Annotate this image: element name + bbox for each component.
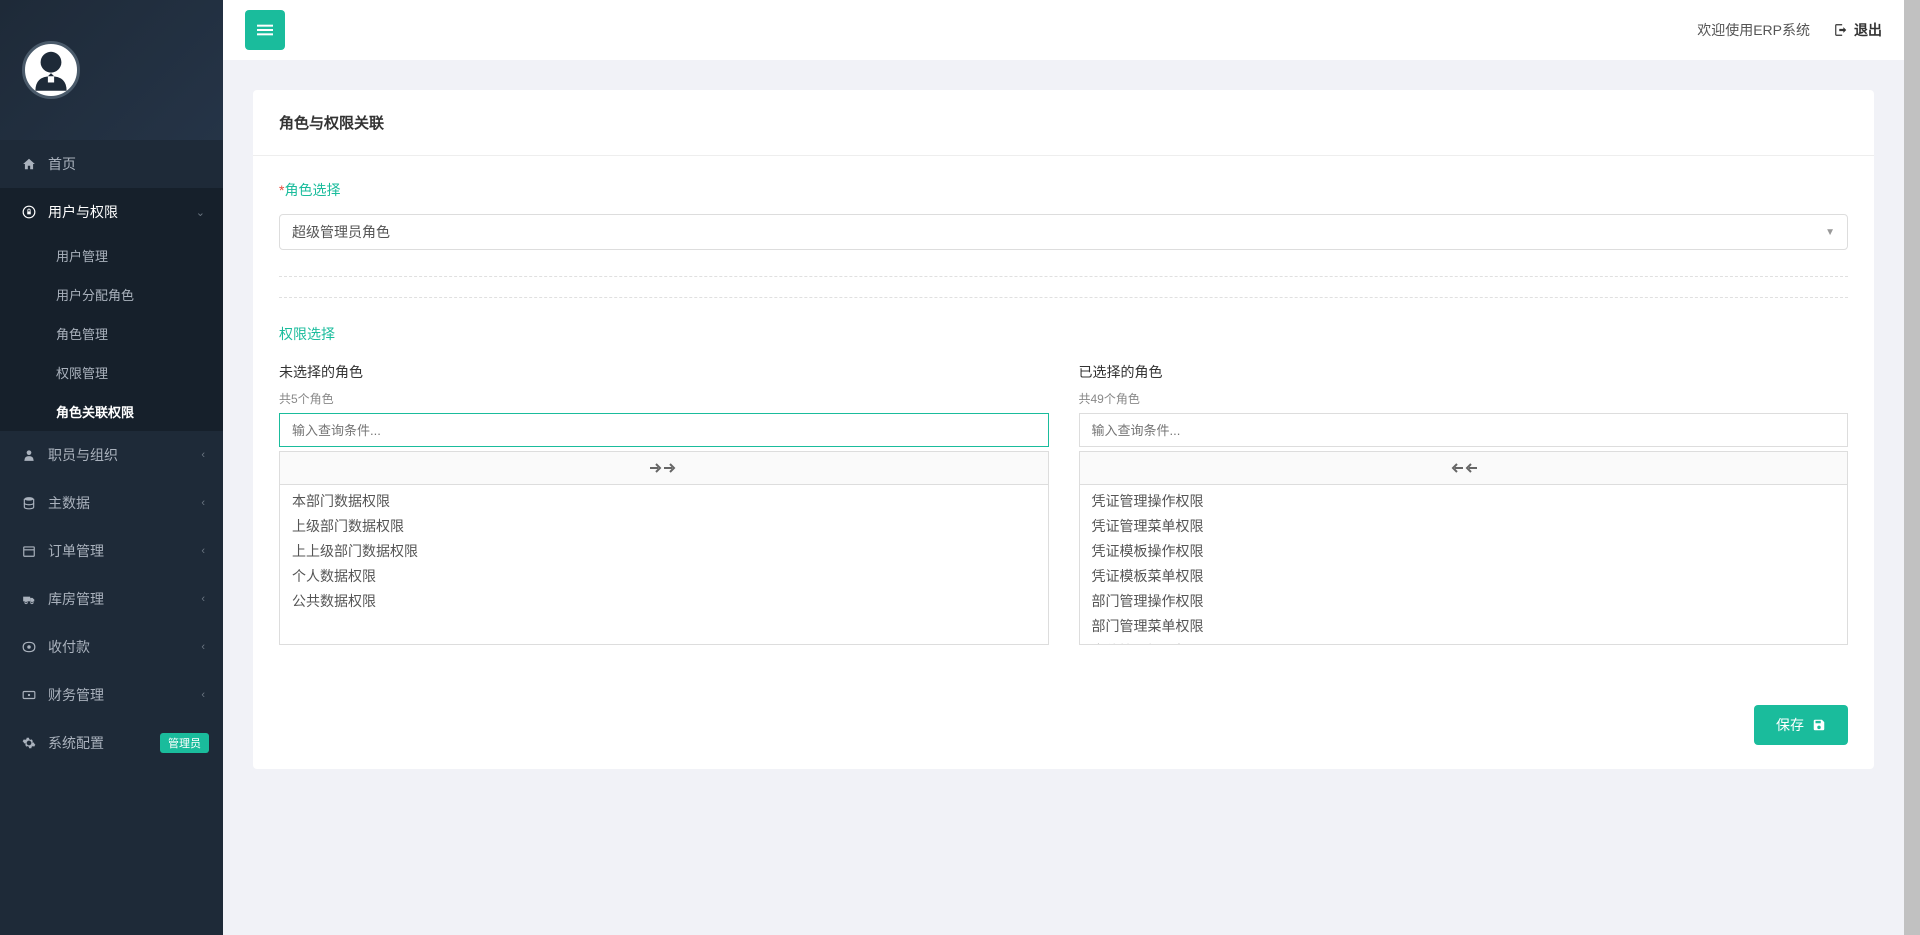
transfer-left-list[interactable]: 本部门数据权限上级部门数据权限上上级部门数据权限个人数据权限公共数据权限 — [279, 485, 1049, 645]
chevron-left-icon: ‹ — [201, 689, 205, 701]
list-item[interactable]: 部门管理操作权限 — [1088, 589, 1840, 614]
panel-title: 角色与权限关联 — [253, 90, 1874, 156]
logout-icon — [1834, 23, 1848, 37]
role-select[interactable]: 超级管理员角色 ▼ — [279, 214, 1848, 250]
sub-user-assign-role[interactable]: 用户分配角色 — [0, 275, 223, 314]
logout-label: 退出 — [1854, 20, 1882, 40]
sub-role-link-perm[interactable]: 角色关联权限 — [0, 392, 223, 431]
list-item[interactable]: 公共数据权限 — [288, 589, 1040, 614]
transfer-right-list[interactable]: 凭证管理操作权限凭证管理菜单权限凭证模板操作权限凭证模板菜单权限部门管理操作权限… — [1079, 485, 1849, 645]
nav-finance[interactable]: 财务管理 ‹ — [0, 671, 223, 719]
nav-warehouse[interactable]: 库房管理 ‹ — [0, 575, 223, 623]
list-item[interactable]: 凭证模板操作权限 — [1088, 539, 1840, 564]
chevron-down-icon: ⌄ — [196, 206, 205, 219]
home-icon — [20, 157, 38, 171]
chevron-left-icon: ‹ — [201, 497, 205, 509]
transfer-right: 已选择的角色 共49个角色 凭证管理操作权限凭证管理菜单权限凭证模板操作权限凭证… — [1079, 362, 1849, 645]
sidebar: 首页 用户与权限 ⌄ 用户管理 用户分配角色 角色管理 权限管理 角色关联权限 … — [0, 0, 223, 935]
calendar-icon — [20, 544, 38, 558]
save-button[interactable]: 保存 — [1754, 705, 1848, 745]
nav-system-config[interactable]: 系统配置 管理员 — [0, 719, 223, 767]
list-item[interactable]: 上上级部门数据权限 — [288, 539, 1040, 564]
admin-badge: 管理员 — [160, 733, 209, 753]
transfer-left: 未选择的角色 共5个角色 本部门数据权限上级部门数据权限上上级部门数据权限个人数… — [279, 362, 1049, 645]
nav-label: 用户与权限 — [48, 202, 118, 222]
avatar[interactable] — [22, 41, 80, 99]
nav-label: 首页 — [48, 154, 76, 174]
nav-user-perm[interactable]: 用户与权限 ⌄ — [0, 188, 223, 236]
list-item[interactable]: 岗位管理操作权限 — [1088, 639, 1840, 645]
list-item[interactable]: 本部门数据权限 — [288, 489, 1040, 514]
nav-home[interactable]: 首页 — [0, 140, 223, 188]
sub-perm-mgmt[interactable]: 权限管理 — [0, 353, 223, 392]
list-item[interactable]: 凭证管理操作权限 — [1088, 489, 1840, 514]
chevron-left-icon: ‹ — [201, 641, 205, 653]
actions: 保存 — [279, 705, 1848, 745]
move-all-left-button[interactable] — [1079, 451, 1849, 485]
nav-label: 财务管理 — [48, 685, 104, 705]
nav-master-data[interactable]: 主数据 ‹ — [0, 479, 223, 527]
list-item[interactable]: 部门管理菜单权限 — [1088, 614, 1840, 639]
transfer-right-title: 已选择的角色 — [1079, 362, 1849, 382]
nav-payment[interactable]: 收付款 ‹ — [0, 623, 223, 671]
sub-user-mgmt[interactable]: 用户管理 — [0, 236, 223, 275]
topbar: 欢迎使用ERP系统 退出 — [223, 0, 1904, 60]
logout-button[interactable]: 退出 — [1834, 20, 1882, 40]
truck-icon — [20, 592, 38, 606]
nav-label: 主数据 — [48, 493, 90, 513]
list-item[interactable]: 上级部门数据权限 — [288, 514, 1040, 539]
list-item[interactable]: 凭证管理菜单权限 — [1088, 514, 1840, 539]
card-icon — [20, 688, 38, 702]
perm-section-label: 权限选择 — [279, 324, 1848, 344]
divider — [279, 276, 1848, 277]
divider — [279, 297, 1848, 298]
profile-area — [0, 0, 223, 140]
panel: 角色与权限关联 *角色选择 超级管理员角色 ▼ 权限选择 未选择的角色 — [253, 90, 1874, 769]
nav-label: 订单管理 — [48, 541, 104, 561]
save-icon — [1812, 718, 1826, 732]
nav-staff-org[interactable]: 职员与组织 ‹ — [0, 431, 223, 479]
database-icon — [20, 496, 38, 510]
arrow-right-double-icon — [650, 462, 678, 474]
main: 欢迎使用ERP系统 退出 角色与权限关联 *角色选择 超级管理员角色 ▼ — [223, 0, 1904, 935]
transfer-left-title: 未选择的角色 — [279, 362, 1049, 382]
sub-role-mgmt[interactable]: 角色管理 — [0, 314, 223, 353]
nav-label: 库房管理 — [48, 589, 104, 609]
menu-toggle-button[interactable] — [245, 10, 285, 50]
chevron-left-icon: ‹ — [201, 593, 205, 605]
transfer: 未选择的角色 共5个角色 本部门数据权限上级部门数据权限上上级部门数据权限个人数… — [279, 362, 1848, 645]
transfer-right-search[interactable] — [1079, 413, 1849, 447]
nav-order-mgmt[interactable]: 订单管理 ‹ — [0, 527, 223, 575]
list-item[interactable]: 凭证模板菜单权限 — [1088, 564, 1840, 589]
user-icon — [20, 448, 38, 462]
nav-list: 首页 用户与权限 ⌄ 用户管理 用户分配角色 角色管理 权限管理 角色关联权限 … — [0, 140, 223, 767]
role-select-label: *角色选择 — [279, 180, 1848, 200]
move-all-right-button[interactable] — [279, 451, 1049, 485]
wallet-icon — [20, 640, 38, 654]
page-scrollbar[interactable] — [1904, 0, 1920, 935]
caret-down-icon: ▼ — [1825, 227, 1835, 238]
save-label: 保存 — [1776, 715, 1804, 735]
list-item[interactable]: 个人数据权限 — [288, 564, 1040, 589]
sub-nav-user-perm: 用户管理 用户分配角色 角色管理 权限管理 角色关联权限 — [0, 236, 223, 431]
chevron-left-icon: ‹ — [201, 545, 205, 557]
nav-label: 收付款 — [48, 637, 90, 657]
content: 角色与权限关联 *角色选择 超级管理员角色 ▼ 权限选择 未选择的角色 — [223, 60, 1904, 799]
topbar-right: 欢迎使用ERP系统 退出 — [1697, 20, 1882, 40]
nav-label: 职员与组织 — [48, 445, 118, 465]
welcome-text: 欢迎使用ERP系统 — [1697, 20, 1810, 40]
transfer-left-search[interactable] — [279, 413, 1049, 447]
transfer-left-count: 共5个角色 — [279, 390, 1049, 407]
role-select-value: 超级管理员角色 — [292, 222, 390, 242]
arrow-left-double-icon — [1449, 462, 1477, 474]
transfer-right-count: 共49个角色 — [1079, 390, 1849, 407]
nav-label: 系统配置 — [48, 733, 104, 753]
gear-icon — [20, 736, 38, 750]
lock-icon — [20, 205, 38, 219]
chevron-left-icon: ‹ — [201, 449, 205, 461]
panel-body: *角色选择 超级管理员角色 ▼ 权限选择 未选择的角色 共5个角色 — [253, 156, 1874, 769]
